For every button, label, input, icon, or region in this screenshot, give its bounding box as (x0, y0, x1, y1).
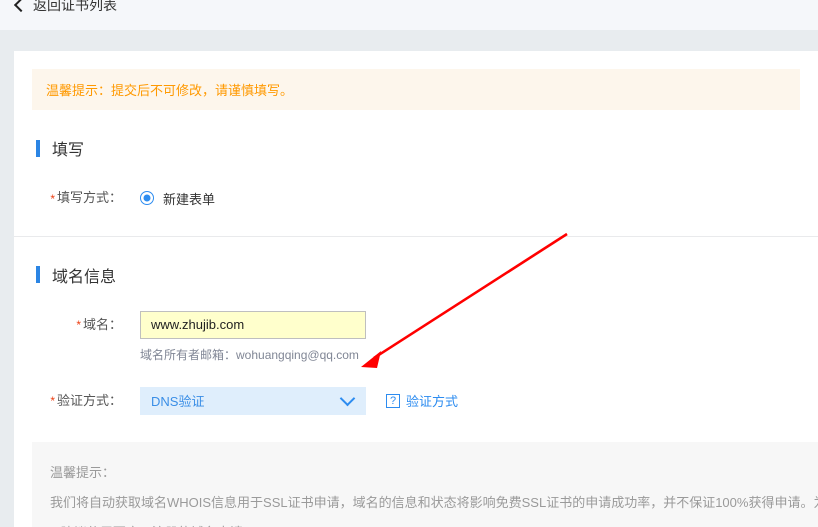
tips-heading: 温馨提示： (50, 465, 116, 481)
required-asterisk: * (76, 318, 81, 333)
radio-option-label: 新建表单 (163, 191, 216, 207)
chevron-left-icon (13, 0, 29, 13)
field-label-domain: * 域名： (14, 311, 128, 340)
main-content-card: 温馨提示：提交后不可修改，请谨慎填写。 填写 * 填写方式： 新建表单 域名信息 … (14, 51, 818, 527)
verification-method-help-link[interactable]: ? 验证方式 (386, 391, 458, 410)
tips-panel: 温馨提示： 我们将自动获取域名WHOIS信息用于SSL证书申请，域名的信息和状态… (32, 442, 818, 527)
field-label-text: 填写方式： (56, 190, 122, 205)
field-label-fill-method: * 填写方式： (14, 184, 128, 213)
verification-method-row: DNS验证 ? 验证方式 (140, 386, 818, 415)
section-heading-domain-info: 域名信息 (36, 263, 818, 287)
section-divider (14, 235, 818, 237)
top-header-bar: 返回证书列表 (0, 0, 818, 30)
radio-button-selected[interactable] (140, 191, 154, 205)
field-control-verification-method: DNS验证 ? 验证方式 (128, 386, 818, 415)
verification-method-help-label: 验证方式 (406, 394, 459, 410)
section-heading-fill: 填写 (36, 136, 818, 160)
field-control-fill-method: 新建表单 (128, 184, 818, 212)
field-row-fill-method: * 填写方式： 新建表单 (14, 184, 818, 213)
back-link-label: 返回证书列表 (33, 0, 117, 13)
section-title-text: 填写 (52, 142, 85, 159)
verification-method-selected-value: DNS验证 (151, 394, 205, 410)
header-gap-band (0, 30, 818, 51)
chevron-down-icon (339, 390, 356, 407)
verification-method-select[interactable]: DNS验证 (140, 386, 366, 415)
field-row-verification-method: * 验证方式： DNS验证 ? 验证方式 (14, 386, 818, 416)
question-mark-icon: ? (386, 393, 400, 408)
required-asterisk: * (50, 191, 55, 206)
tips-paragraph: 我们将自动获取域名WHOIS信息用于SSL证书申请，域名的信息和状态将影响免费S… (50, 495, 818, 511)
field-control-domain: 域名所有者邮箱：wohuangqing@qq.com (128, 310, 818, 363)
section-title-text: 域名信息 (52, 268, 117, 286)
back-to-certificate-list-link[interactable]: 返回证书列表 (13, 0, 117, 13)
section-accent-bar (36, 139, 40, 157)
section-accent-bar (36, 266, 40, 284)
required-asterisk: * (50, 394, 55, 409)
field-label-verification-method: * 验证方式： (14, 387, 128, 416)
field-label-text: 域名： (82, 316, 122, 332)
field-label-text: 验证方式： (56, 392, 122, 408)
warning-notice-banner: 温馨提示：提交后不可修改，请谨慎填写。 (32, 69, 800, 110)
radio-option-new-form[interactable]: 新建表单 (140, 184, 818, 212)
domain-owner-email-helper: 域名所有者邮箱：wohuangqing@qq.com (140, 347, 359, 362)
field-row-domain: *域名： 域名所有者邮箱：wohuangqing@qq.com (14, 310, 818, 363)
tips-item: 1.建议使用百度云注册的域名申请 (50, 518, 800, 527)
domain-name-input[interactable] (140, 310, 366, 339)
